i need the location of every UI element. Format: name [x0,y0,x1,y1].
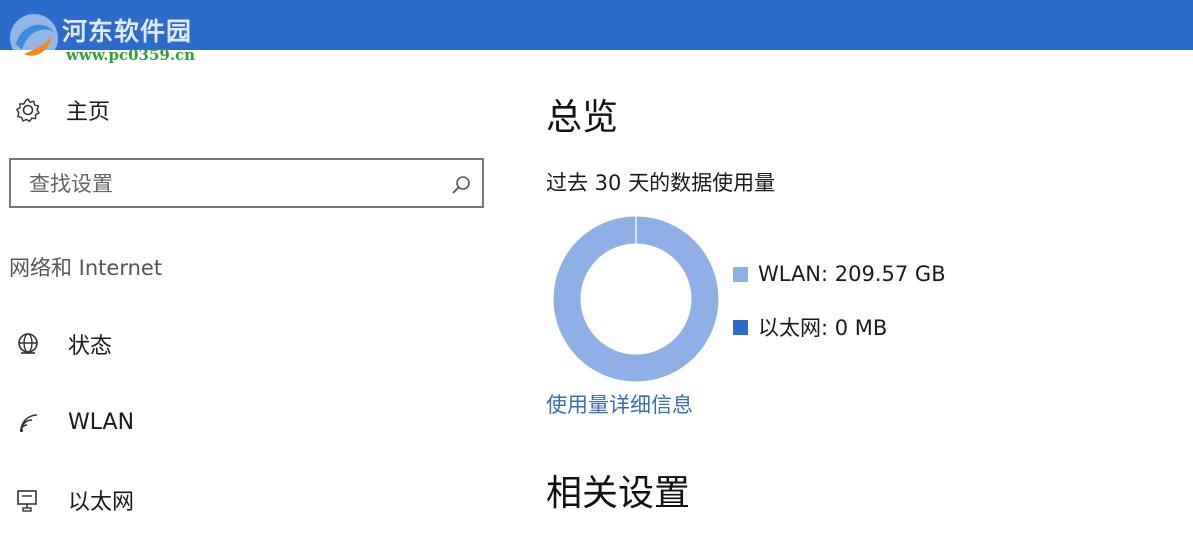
wifi-icon [14,408,42,436]
watermark-url: www.pc0359.cn [66,46,196,64]
sidebar-item-home[interactable]: 主页 [14,95,110,125]
legend-swatch-wlan [733,266,748,282]
related-settings-title: 相关设置 [546,473,691,514]
ethernet-icon [14,486,42,514]
page-title: 总览 [546,97,619,138]
legend-label-wlan: WLAN: 209.57 GB [758,262,946,286]
legend-item-ethernet: 以太网: 0 MB [733,310,946,344]
sidebar-item-status[interactable]: 状态 [14,327,112,361]
search-icon[interactable] [450,174,472,200]
legend-label-ethernet: 以太网: 0 MB [758,316,888,340]
usage-subtitle: 过去 30 天的数据使用量 [546,171,776,195]
sidebar-item-ethernet[interactable]: 以太网 [14,483,134,517]
section-title: 网络和 Internet [9,256,163,280]
sidebar-item-label: 主页 [66,100,111,125]
sidebar-item-wlan[interactable]: WLAN [14,405,134,439]
usage-details-link[interactable]: 使用量详细信息 [546,389,693,419]
donut-slice-0 [553,216,719,382]
sidebar-item-label: 状态 [68,334,113,359]
sidebar-item-label: 以太网 [68,490,135,515]
legend-item-wlan: WLAN: 209.57 GB [733,257,946,291]
watermark-title: 河东软件园 [62,17,193,46]
legend-swatch-ethernet [733,319,748,335]
search-input[interactable] [27,169,451,199]
watermark: 河东软件园 www.pc0359.cn [0,0,260,70]
usage-donut-chart [553,216,719,382]
globe-icon [14,330,42,358]
search-box[interactable] [9,158,484,208]
watermark-logo-icon [10,14,58,62]
sidebar-item-label: WLAN [68,409,135,435]
gear-icon [14,96,42,124]
chart-legend: WLAN: 209.57 GB 以太网: 0 MB [733,257,946,363]
